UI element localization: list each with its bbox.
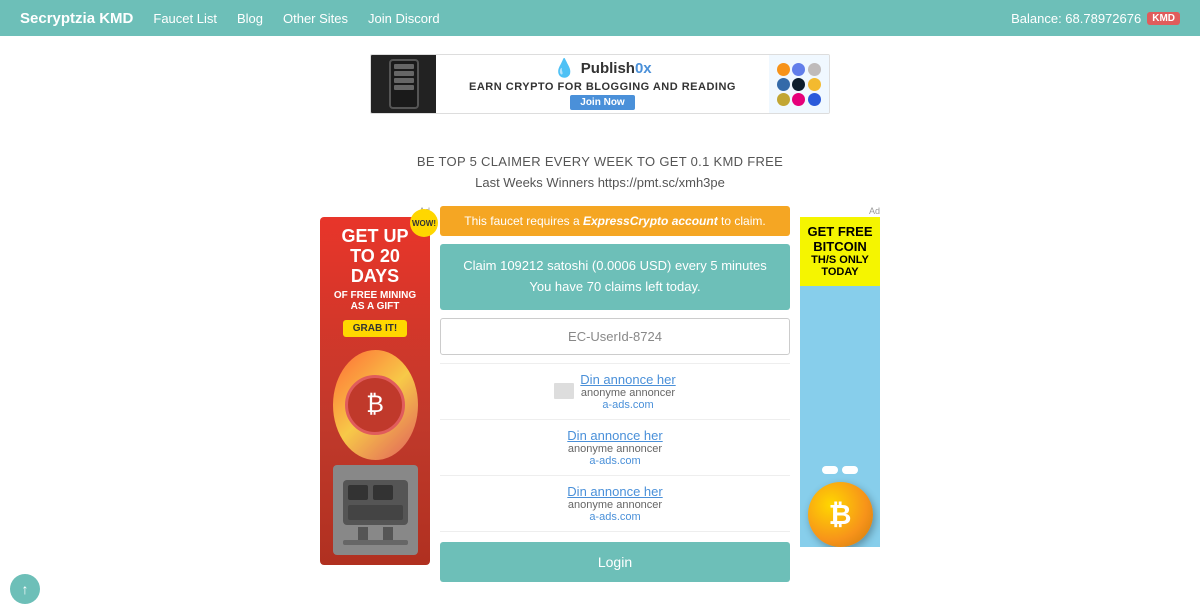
nav-faucet-list[interactable]: Faucet List [153,11,217,26]
ada-icon [792,78,805,91]
brand-name: Secryptzia KMD [20,10,133,27]
drop-icon: 💧 [553,58,575,79]
ad-slot-2: Din annonce her anonyme annoncer a-ads.c… [440,420,790,476]
phone-line [394,71,414,76]
ad-slot-2-sub1: anonyme annoncer [568,443,662,455]
faucet-center: This faucet requires a ExpressCrypto acc… [440,206,790,582]
notice-prefix: This faucet requires a [464,214,583,228]
banner-tagline: EARN CRYPTO FOR BLOGGING AND READING [469,81,736,93]
left-ad: Ad WOW! GET UP TO 20 DAYS OF FREE MINING… [320,206,430,582]
phone-line [394,78,414,83]
ads-section: Din annonce her anonyme annoncer a-ads.c… [440,363,790,532]
ad-slot-3-sub2: a-ads.com [589,511,640,523]
link-icon [808,93,821,106]
header: Secryptzia KMD Faucet List Blog Other Si… [0,0,1200,36]
balance-label: Balance: 68.78972676 [1011,11,1141,26]
header-left: Secryptzia KMD Faucet List Blog Other Si… [20,10,440,27]
phone-line [394,64,414,69]
right-ad-get-free: GET FREE [807,225,872,239]
banner-join-button[interactable]: Join Now [570,95,634,110]
banner-right-image [769,54,829,114]
notice-link[interactable]: ExpressCrypto account [583,214,718,228]
banner-content: 💧 Publish0x EARN CRYPTO FOR BLOGGING AND… [436,54,769,114]
notice-suffix: to claim. [718,214,766,228]
notice-box: This faucet requires a ExpressCrypto acc… [440,206,790,236]
claim-line1: Claim 109212 satoshi (0.0006 USD) every … [452,256,778,277]
bitcoin-coin: ₿ [808,482,873,547]
banner-logo-row: 💧 Publish0x [553,58,651,79]
left-ad-subtext: OF FREE MINING AS A GIFT [328,290,422,312]
ad-slot-1-content: Din annonce her anonyme annoncer a-ads.c… [580,372,675,411]
ad-slot-1-inner: Din annonce her anonyme annoncer a-ads.c… [554,372,675,411]
winners-text: Last Weeks Winners https://pmt.sc/xmh3pe [0,175,1200,190]
ad-slot-1: Din annonce her anonyme annoncer a-ads.c… [440,364,790,420]
bnb-icon [808,78,821,91]
ad-slot-2-sub2: a-ads.com [589,455,640,467]
doge-icon [777,93,790,106]
clouds [822,466,858,474]
left-ad-headline: GET UP TO 20 DAYS [328,227,422,286]
wow-badge: WOW! [410,209,438,237]
scroll-to-top-button[interactable]: ↑ [10,574,40,604]
phone-mockup [389,59,419,109]
grab-it-button[interactable]: GRAB IT! [343,320,407,337]
dot-icon [792,93,805,106]
kmd-badge: KMD [1147,12,1180,25]
login-button[interactable]: Login [440,542,790,582]
crypto-grid [777,63,822,106]
ad-slot-1-image [554,383,574,399]
banner-left-image [371,54,436,114]
phone-line [394,85,414,90]
nav-join-discord[interactable]: Join Discord [368,11,440,26]
ad-slot-3-sub1: anonyme annoncer [568,499,662,511]
eth-icon [792,63,805,76]
promo-text: BE TOP 5 CLAIMER EVERY WEEK TO GET 0.1 K… [0,124,1200,175]
banner-box: 💧 Publish0x EARN CRYPTO FOR BLOGGING AND… [370,54,830,114]
ad-slot-3: Din annonce her anonyme annoncer a-ads.c… [440,476,790,532]
nav-other-sites[interactable]: Other Sites [283,11,348,26]
miner-image: ₿ [333,350,418,460]
right-ad-top: GET FREE BITCOIN TH/S ONLY TODAY [800,217,880,286]
xrp-icon [777,78,790,91]
right-ad-bottom: ₿ [800,286,880,547]
right-ad-box[interactable]: GET FREE BITCOIN TH/S ONLY TODAY ₿ [800,217,880,547]
ad-slot-3-link[interactable]: Din annonce her [567,484,662,499]
right-ad: Ad GET FREE BITCOIN TH/S ONLY TODAY ₿ [800,206,880,582]
ad-slot-1-sub2: a-ads.com [580,399,675,411]
miner-bottom-image [333,465,418,555]
right-ad-label: Ad [800,206,880,216]
publish0x-logo: Publish0x [581,60,652,77]
left-ad-box[interactable]: WOW! GET UP TO 20 DAYS OF FREE MINING AS… [320,217,430,565]
right-ad-bitcoin: BITCOIN [813,239,866,254]
claim-box: Claim 109212 satoshi (0.0006 USD) every … [440,244,790,310]
banner-area: 💧 Publish0x EARN CRYPTO FOR BLOGGING AND… [0,36,1200,124]
winners-label: Last Weeks Winners https://pmt.sc/xmh3pe [475,175,725,190]
userid-box[interactable]: EC-UserId-8724 [440,318,790,355]
header-right: Balance: 68.78972676 KMD [1011,11,1180,26]
ad-slot-1-link[interactable]: Din annonce her [580,372,675,387]
btc-icon [777,63,790,76]
ltc-icon [808,63,821,76]
main-content: Ad WOW! GET UP TO 20 DAYS OF FREE MINING… [0,206,1200,582]
ad-slot-2-link[interactable]: Din annonce her [567,428,662,443]
claim-line2: You have 70 claims left today. [452,277,778,298]
ad-slot-1-sub1: anonyme annoncer [580,387,675,399]
miner-svg [338,470,413,550]
nav-blog[interactable]: Blog [237,11,263,26]
right-ad-this-only-today: TH/S ONLY TODAY [806,254,874,278]
cloud-2 [842,466,858,474]
bitcoin-circle: ₿ [345,375,405,435]
cloud-1 [822,466,838,474]
